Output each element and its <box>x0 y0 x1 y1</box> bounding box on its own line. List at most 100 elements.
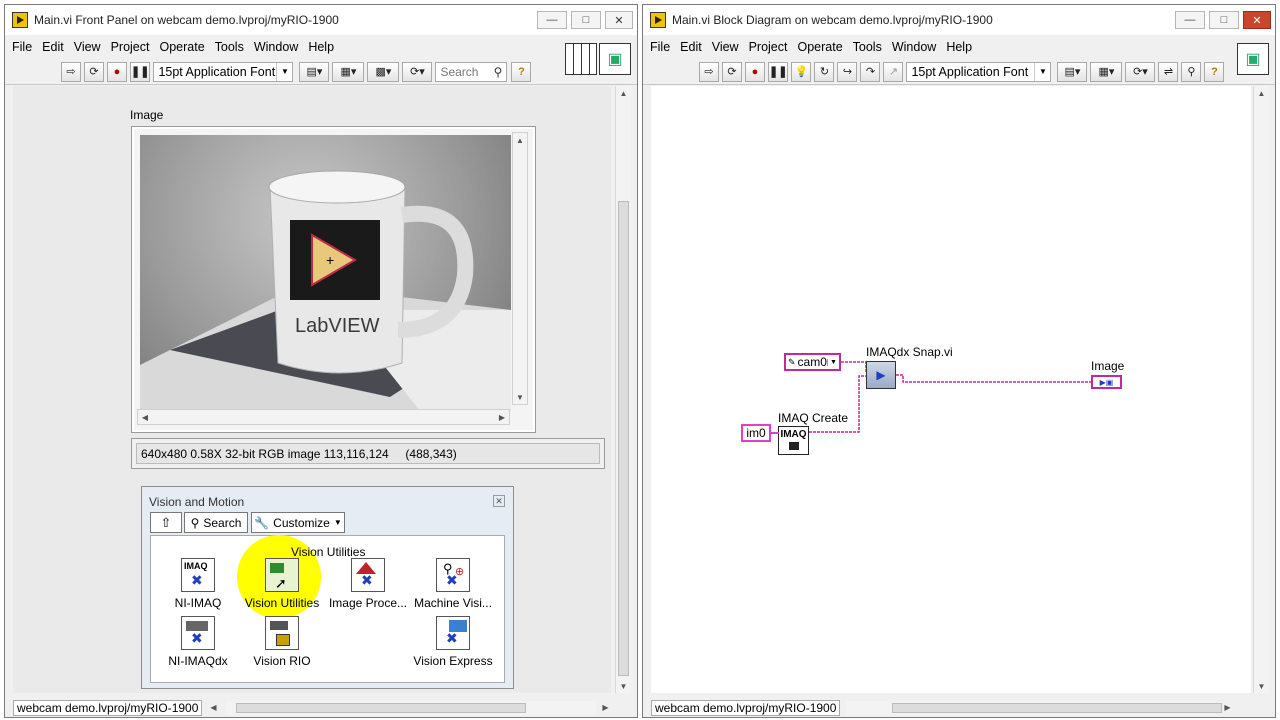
distribute-objects-icon[interactable]: ▦▾ <box>1090 61 1123 82</box>
palette-item-ni-imaq[interactable]: IMAQ ✖ NI-IMAQ <box>154 558 242 610</box>
image-name-wire <box>771 432 779 434</box>
pause-icon[interactable]: ❚❚ <box>130 61 151 82</box>
menu-help[interactable]: Help <box>945 38 973 56</box>
vi-icon[interactable]: ▣ <box>599 43 631 75</box>
image-horizontal-scrollbar[interactable]: ◀ ▶ <box>137 409 510 425</box>
menu-operate[interactable]: Operate <box>158 38 205 56</box>
highlight-execution-icon[interactable]: 💡 <box>791 61 812 82</box>
block-diagram-canvas[interactable]: ✎ cam0 ▼ IMAQdx Snap.vi ▶ IMAQ Create IM… <box>651 86 1251 693</box>
imaqdx-snap-node[interactable]: ▶ <box>866 361 896 389</box>
step-into-icon[interactable]: ↪ <box>837 61 858 82</box>
align-objects-icon[interactable]: ▤▾ <box>299 61 330 82</box>
labview-app-icon[interactable] <box>650 12 666 28</box>
block-diagram-vertical-scrollbar[interactable]: ▲ ▼ <box>1253 86 1269 693</box>
step-over-icon[interactable]: ↷ <box>860 61 881 82</box>
step-out-icon[interactable]: ↗ <box>883 61 904 82</box>
menu-window[interactable]: Window <box>891 38 937 56</box>
front-panel-titlebar[interactable]: Main.vi Front Panel on webcam demo.lvpro… <box>5 5 637 35</box>
context-help-icon[interactable]: ? <box>511 61 532 82</box>
maximize-button[interactable]: □ <box>571 11 601 29</box>
clean-up-diagram-icon[interactable]: ⇌ <box>1158 61 1179 82</box>
palette-search-button[interactable]: ⚲ Search <box>184 512 248 533</box>
font-selector[interactable]: 15pt Application Font ▼ <box>906 61 1052 82</box>
menu-file[interactable]: File <box>649 38 671 56</box>
menu-help[interactable]: Help <box>307 38 335 56</box>
front-panel-vertical-scrollbar[interactable]: ▲ ▼ <box>615 86 631 693</box>
align-objects-icon[interactable]: ▤▾ <box>1057 61 1088 82</box>
scroll-down-icon[interactable]: ▼ <box>513 390 527 404</box>
scroll-down-icon[interactable]: ▼ <box>616 679 631 693</box>
abort-icon[interactable]: ● <box>745 61 765 82</box>
palette-customize-button[interactable]: 🔧 Customize ▼ <box>251 512 345 533</box>
menu-view[interactable]: View <box>73 38 102 56</box>
image-indicator-terminal[interactable]: ▶▣ <box>1091 375 1122 389</box>
retain-wire-values-icon[interactable]: ↻ <box>814 61 835 82</box>
palette-item-vision-rio[interactable]: Vision RIO <box>238 616 326 668</box>
scroll-right-icon[interactable]: ▶ <box>598 703 612 712</box>
menu-project[interactable]: Project <box>110 38 151 56</box>
resize-objects-icon[interactable]: ▩▾ <box>367 61 400 82</box>
front-panel-horizontal-scrollbar[interactable] <box>226 700 597 715</box>
project-target-label[interactable]: webcam demo.lvproj/myRIO-1900 <box>13 699 203 716</box>
imaq-create-node[interactable]: IMAQ <box>778 426 809 455</box>
pause-icon[interactable]: ❚❚ <box>768 61 789 82</box>
scroll-left-icon[interactable]: ◀ <box>138 410 152 424</box>
scroll-left-icon[interactable]: ◀ <box>206 703 220 712</box>
reorder-icon[interactable]: ⟳▾ <box>1125 61 1156 82</box>
camera-constant[interactable]: ✎ cam0 ▼ <box>784 353 841 371</box>
block-diagram-horizontal-scrollbar[interactable] <box>846 700 1223 715</box>
palette-item-ni-imaqdx[interactable]: ✖ NI-IMAQdx <box>154 616 242 668</box>
minimize-button[interactable]: — <box>1175 11 1205 29</box>
block-diagram-titlebar[interactable]: Main.vi Block Diagram on webcam demo.lvp… <box>643 5 1275 35</box>
palette-item-vision-express[interactable]: ✖ Vision Express <box>409 616 497 668</box>
menu-window[interactable]: Window <box>253 38 299 56</box>
run-continuously-icon[interactable]: ⟳ <box>722 61 742 82</box>
palette-item-image-processing[interactable]: ✖ Image Proce... <box>324 558 412 610</box>
palette-item-machine-vision[interactable]: ⚲ ⊕ ✖ Machine Visi... <box>409 558 497 610</box>
scroll-up-icon[interactable]: ▲ <box>1254 86 1269 100</box>
run-arrow-icon[interactable]: ⇨ <box>699 61 719 82</box>
menu-file[interactable]: File <box>11 38 33 56</box>
menu-edit[interactable]: Edit <box>679 38 703 56</box>
vi-icon[interactable]: ▣ <box>1237 43 1269 75</box>
run-arrow-icon[interactable]: ⇨ <box>61 61 81 82</box>
maximize-button[interactable]: □ <box>1209 11 1239 29</box>
menu-tools[interactable]: Tools <box>852 38 883 56</box>
menu-edit[interactable]: Edit <box>41 38 65 56</box>
scroll-thumb[interactable] <box>892 702 1223 713</box>
labview-app-icon[interactable] <box>12 12 28 28</box>
chevron-down-icon[interactable]: ▼ <box>827 358 839 366</box>
minimize-button[interactable]: — <box>537 11 567 29</box>
scroll-thumb[interactable] <box>236 702 527 713</box>
menu-project[interactable]: Project <box>748 38 789 56</box>
run-continuously-icon[interactable]: ⟳ <box>84 61 104 82</box>
scroll-right-icon[interactable]: ▶ <box>495 410 509 424</box>
scroll-thumb[interactable] <box>618 201 629 676</box>
palette-item-vision-utilities[interactable]: ➚ Vision Utilities <box>238 558 326 610</box>
distribute-objects-icon[interactable]: ▦▾ <box>332 61 365 82</box>
palette-up-button[interactable]: ⇧ <box>150 512 182 533</box>
project-target-label[interactable]: webcam demo.lvproj/myRIO-1900 <box>651 699 841 716</box>
context-help-icon[interactable]: ? <box>1204 61 1225 82</box>
image-display[interactable]: + LabVIEW ▲ ▼ ◀ ▶ <box>131 126 536 433</box>
palette-close-icon[interactable]: ✕ <box>493 495 505 507</box>
scroll-up-icon[interactable]: ▲ <box>616 86 631 100</box>
webcam-image[interactable]: + LabVIEW <box>140 135 511 411</box>
reorder-icon[interactable]: ⟳▾ <box>402 61 433 82</box>
menu-operate[interactable]: Operate <box>796 38 843 56</box>
scroll-down-icon[interactable]: ▼ <box>1254 679 1269 693</box>
abort-icon[interactable]: ● <box>107 61 127 82</box>
scroll-right-icon[interactable]: ▶ <box>1220 703 1234 712</box>
front-panel-canvas[interactable]: Image + LabVIEW ▲ ▼ ◀ ▶ 640x480 0.58X 32… <box>13 86 625 693</box>
close-button[interactable]: ✕ <box>605 11 633 29</box>
font-selector[interactable]: 15pt Application Font ▼ <box>153 61 294 82</box>
image-name-constant[interactable]: im0 <box>741 424 771 442</box>
scroll-up-icon[interactable]: ▲ <box>513 133 527 147</box>
close-button[interactable]: ✕ <box>1243 11 1271 29</box>
connector-pane-icon[interactable] <box>565 43 597 75</box>
search-input[interactable]: Search ⚲ <box>435 61 508 82</box>
image-vertical-scrollbar[interactable]: ▲ ▼ <box>512 132 528 405</box>
menu-tools[interactable]: Tools <box>214 38 245 56</box>
search-icon[interactable]: ⚲ <box>1181 61 1202 82</box>
menu-view[interactable]: View <box>711 38 740 56</box>
